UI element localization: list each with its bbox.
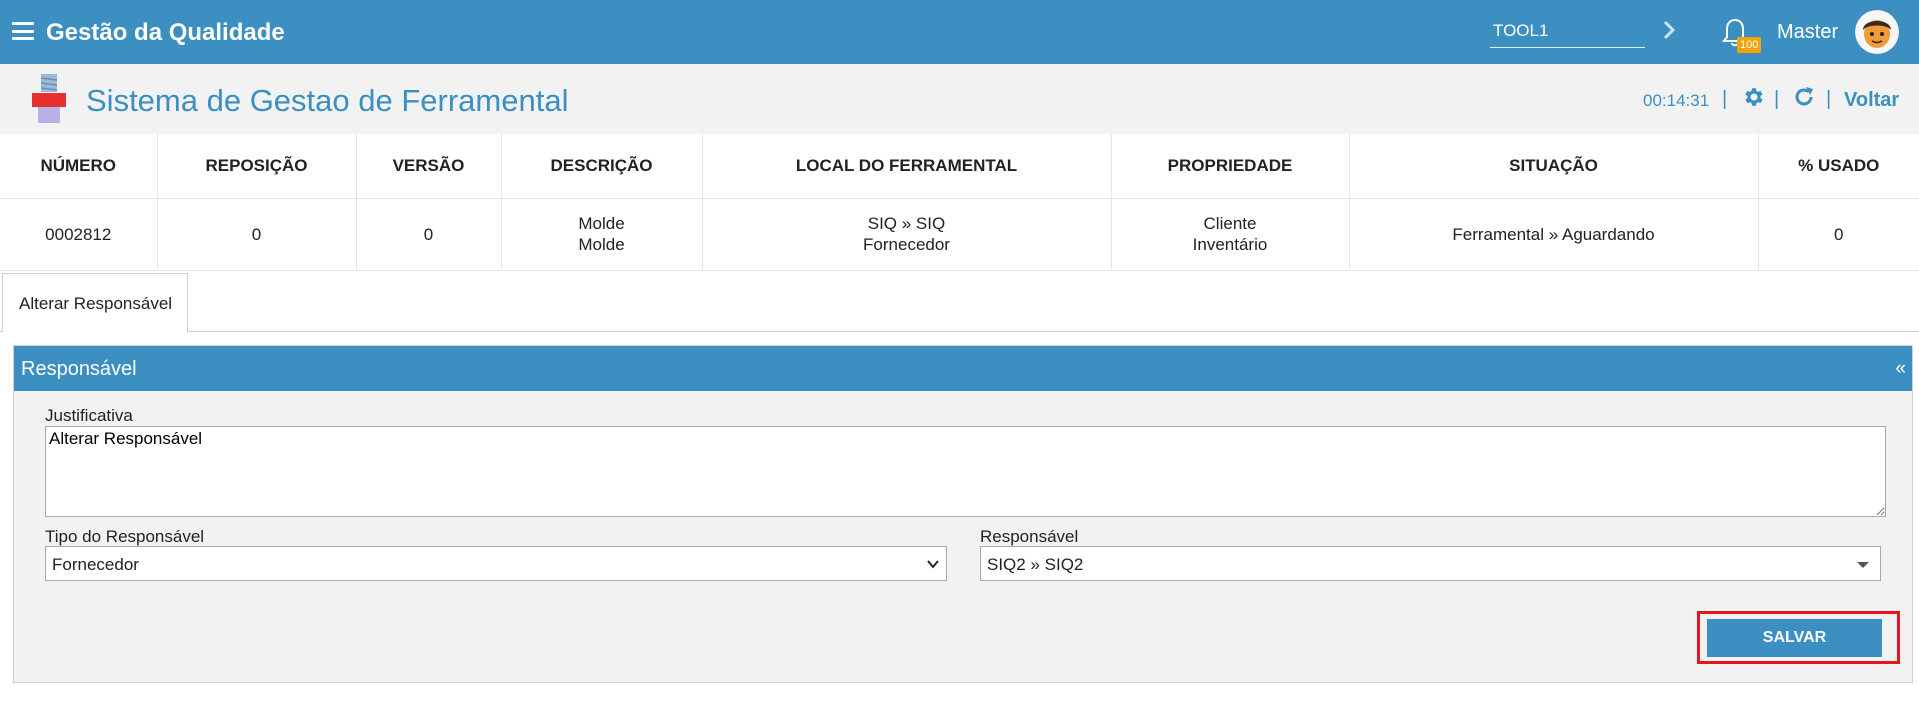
tab-alterar-responsavel[interactable]: Alterar Responsável xyxy=(2,273,188,333)
panel-header: Responsável « xyxy=(14,346,1912,391)
cell-local: SIQ » SIQ Fornecedor xyxy=(702,198,1112,271)
chevron-down-icon xyxy=(1857,562,1869,568)
menu-icon[interactable] xyxy=(12,22,34,40)
refresh-icon[interactable] xyxy=(1792,85,1816,109)
save-highlight-box: SALVAR xyxy=(1697,611,1900,664)
cell-propriedade: Cliente Inventário xyxy=(1111,198,1350,271)
notification-badge: 100 xyxy=(1737,37,1762,53)
cell-reposicao: 0 xyxy=(157,198,357,271)
collapse-icon[interactable]: « xyxy=(1895,358,1906,380)
user-name[interactable]: Master xyxy=(1777,21,1838,44)
app-title: Gestão da Qualidade xyxy=(46,19,285,46)
table-header-row: NÚMERO REPOSIÇÃO VERSÃO DESCRIÇÃO LOCAL … xyxy=(0,134,1919,199)
tab-divider xyxy=(0,331,1919,332)
cell-situacao: Ferramental » Aguardando xyxy=(1349,198,1759,271)
justificativa-textarea[interactable]: Alterar Responsável xyxy=(45,426,1886,517)
column-header: VERSÃO xyxy=(356,134,502,199)
table-row: 0002812 0 0 Molde Molde SIQ » SIQ Forneced… xyxy=(0,198,1919,271)
tipo-responsavel-label: Tipo do Responsável xyxy=(45,527,205,546)
responsavel-panel: Responsável « Justificativa Alterar Resp… xyxy=(13,345,1913,683)
column-header: DESCRIÇÃO xyxy=(501,134,703,199)
top-bar: Gestão da Qualidade 100 Master xyxy=(0,0,1919,64)
back-link[interactable]: Voltar xyxy=(1844,89,1899,112)
gear-icon[interactable] xyxy=(1741,85,1765,109)
tipo-responsavel-select[interactable]: Fornecedor xyxy=(45,546,947,581)
select-value: SIQ2 » SIQ2 xyxy=(987,555,1084,574)
chevron-right-icon[interactable] xyxy=(1662,19,1676,41)
column-header: PROPRIEDADE xyxy=(1111,134,1350,199)
cell-line: Inventário xyxy=(1192,235,1268,254)
column-header: % USADO xyxy=(1758,134,1919,199)
search-input[interactable] xyxy=(1490,15,1645,48)
tool-module-icon xyxy=(32,74,66,123)
cell-usado: 0 xyxy=(1758,198,1919,271)
responsavel-label: Responsável xyxy=(980,527,1079,546)
column-header: NÚMERO xyxy=(0,134,158,199)
page-title: Sistema de Gestao de Ferramental xyxy=(86,83,569,118)
save-button[interactable]: SALVAR xyxy=(1707,619,1882,657)
page-header: Sistema de Gestao de Ferramental 00:14:3… xyxy=(0,64,1919,134)
column-header: REPOSIÇÃO xyxy=(157,134,357,199)
cell-line: Fornecedor xyxy=(863,235,950,254)
panel-title: Responsável xyxy=(21,358,137,380)
separator: | xyxy=(1826,88,1832,110)
separator: | xyxy=(1774,88,1780,110)
cell-versao: 0 xyxy=(356,198,502,271)
chevron-down-icon xyxy=(927,560,939,569)
separator: | xyxy=(1722,88,1728,110)
justificativa-label: Justificativa xyxy=(45,406,133,425)
cell-line: Cliente xyxy=(1203,214,1257,233)
avatar-icon[interactable] xyxy=(1855,10,1899,54)
session-clock: 00:14:31 xyxy=(1643,91,1710,110)
cell-line: Molde xyxy=(578,214,625,233)
cell-descricao: Molde Molde xyxy=(501,198,703,271)
cell-numero: 0002812 xyxy=(0,198,158,271)
cell-line: SIQ » SIQ xyxy=(867,214,946,233)
cell-line: Molde xyxy=(578,235,625,254)
tool-info-table: NÚMERO REPOSIÇÃO VERSÃO DESCRIÇÃO LOCAL … xyxy=(0,134,1919,271)
responsavel-select[interactable]: SIQ2 » SIQ2 xyxy=(980,546,1881,581)
select-value: Fornecedor xyxy=(52,555,139,574)
column-header: LOCAL DO FERRAMENTAL xyxy=(702,134,1112,199)
column-header: SITUAÇÃO xyxy=(1349,134,1759,199)
